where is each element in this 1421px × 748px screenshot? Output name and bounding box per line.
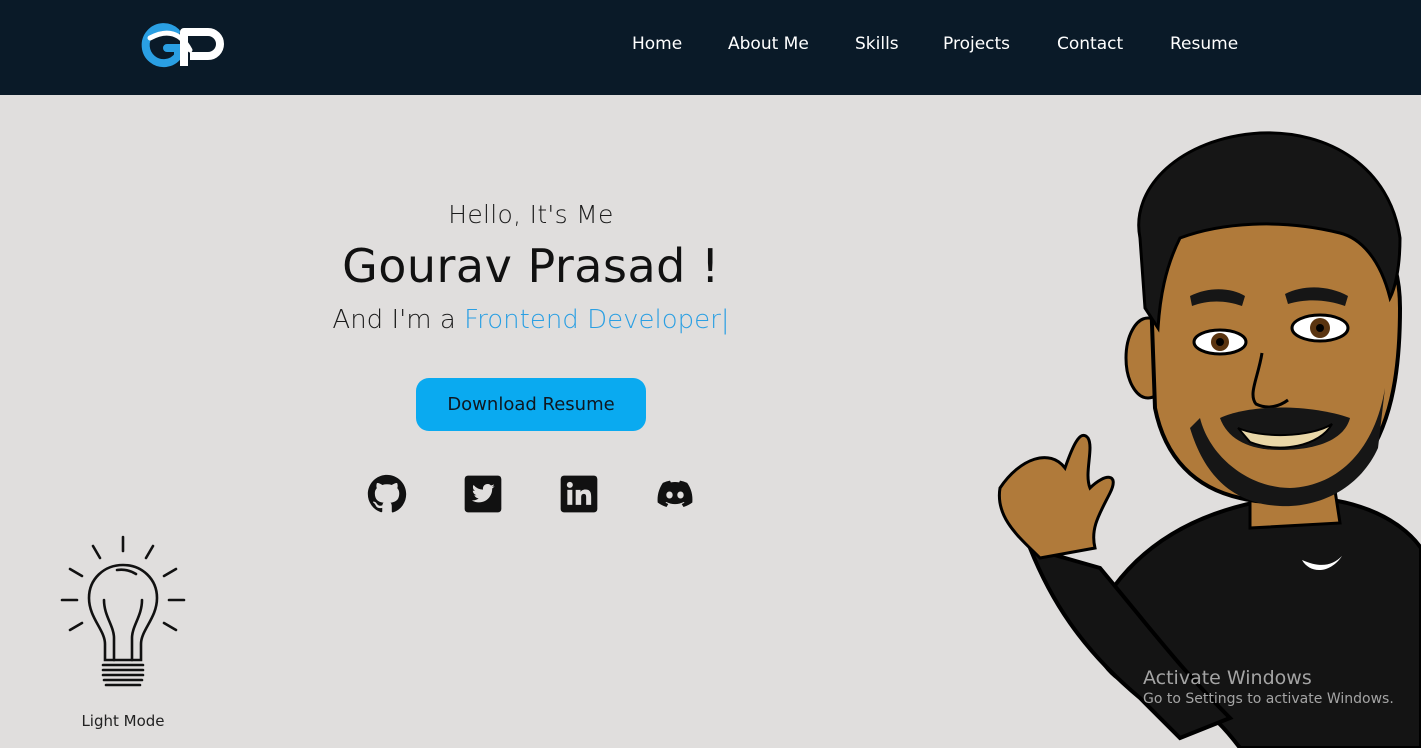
nav-contact[interactable]: Contact xyxy=(1057,34,1123,54)
watermark-subtitle: Go to Settings to activate Windows. xyxy=(1143,691,1394,707)
nav-home[interactable]: Home xyxy=(632,34,682,54)
lightbulb-icon[interactable] xyxy=(58,534,188,692)
linkedin-icon[interactable] xyxy=(559,474,599,514)
hero: Hello, It's Me Gourav Prasad ! And I'm a… xyxy=(330,200,732,335)
nav-projects[interactable]: Projects xyxy=(943,34,1010,54)
nav-about-me[interactable]: About Me xyxy=(728,34,809,54)
nav-resume[interactable]: Resume xyxy=(1170,34,1238,54)
hero-greeting: Hello, It's Me xyxy=(448,200,614,229)
nav-skills[interactable]: Skills xyxy=(855,34,899,54)
main-nav: Home About Me Skills Projects Contact Re… xyxy=(0,34,1421,64)
role-highlight: Frontend Developer xyxy=(464,305,721,335)
mode-label: Light Mode xyxy=(81,712,165,730)
waving-avatar xyxy=(997,131,1421,748)
watermark-title: Activate Windows xyxy=(1143,667,1312,689)
role-prefix: And I'm a xyxy=(332,305,456,335)
typing-cursor: | xyxy=(720,305,730,335)
hero-name: Gourav Prasad ! xyxy=(342,239,720,293)
discord-icon[interactable] xyxy=(655,474,695,514)
download-resume-button[interactable]: Download Resume xyxy=(416,378,646,431)
navbar: Home About Me Skills Projects Contact Re… xyxy=(0,0,1421,95)
windows-activation-watermark: Activate Windows Go to Settings to activ… xyxy=(1143,667,1394,707)
hero-role: And I'm a Frontend Developer| xyxy=(330,305,732,335)
twitter-icon[interactable] xyxy=(463,474,503,514)
github-icon[interactable] xyxy=(367,474,407,514)
